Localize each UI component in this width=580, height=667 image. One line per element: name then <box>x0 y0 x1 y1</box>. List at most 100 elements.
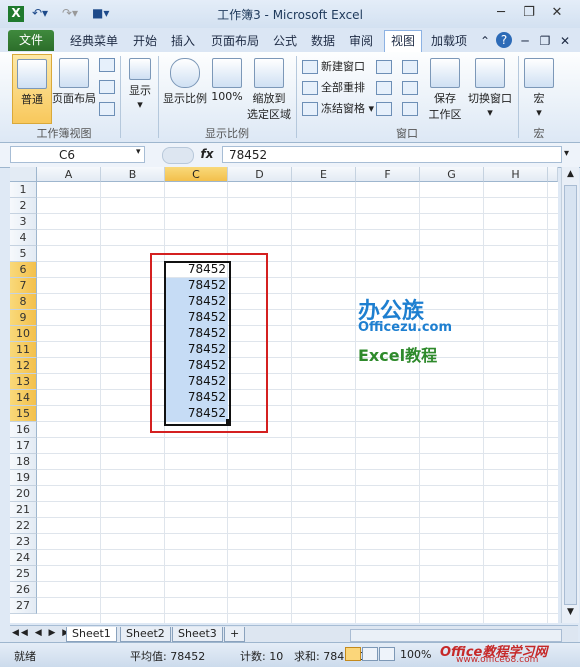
tab-insert[interactable]: 插入 <box>166 31 200 51</box>
sheet-tab-2[interactable]: Sheet2 <box>120 627 171 642</box>
sheet-tab-3[interactable]: Sheet3 <box>172 627 223 642</box>
page-break-status-icon[interactable] <box>379 647 395 661</box>
sync-scroll-icon[interactable] <box>402 81 418 95</box>
tab-file[interactable]: 文件 <box>8 30 54 51</box>
page-layout-view-button[interactable]: 页面布局 <box>52 54 96 122</box>
column-header-h[interactable]: H <box>484 167 548 182</box>
gridline <box>37 277 558 278</box>
row-header[interactable]: 27 <box>10 598 37 614</box>
tab-view[interactable]: 视图 <box>384 30 422 52</box>
row-header[interactable]: 18 <box>10 454 37 470</box>
reset-position-icon[interactable] <box>402 102 418 116</box>
full-screen-icon[interactable] <box>99 102 115 116</box>
insert-function-button[interactable]: fx <box>196 146 218 163</box>
minimize-ribbon-icon[interactable]: ─ <box>518 31 532 51</box>
scroll-thumb[interactable] <box>564 185 577 605</box>
row-header[interactable]: 21 <box>10 502 37 518</box>
split-icon[interactable] <box>376 60 392 74</box>
gridline <box>37 197 558 198</box>
scroll-down-icon[interactable]: ▼ <box>564 607 577 620</box>
column-header-f[interactable]: F <box>356 167 420 182</box>
tab-addins[interactable]: 加载项 <box>426 31 472 51</box>
name-box[interactable]: C6 <box>10 146 145 163</box>
normal-view-button[interactable]: 普通 <box>12 54 52 124</box>
row-header[interactable]: 5 <box>10 246 37 262</box>
row-header[interactable]: 25 <box>10 566 37 582</box>
row-header[interactable]: 10 <box>10 326 37 342</box>
switch-windows-icon <box>475 58 505 88</box>
scroll-up-icon[interactable]: ▲ <box>564 169 577 182</box>
row-header[interactable]: 4 <box>10 230 37 246</box>
page-layout-status-icon[interactable] <box>362 647 378 661</box>
zoom-100-button[interactable]: 100% <box>210 54 244 122</box>
show-button[interactable]: 显示 ▾ <box>124 54 156 122</box>
tab-page-layout[interactable]: 页面布局 <box>206 31 264 51</box>
row-header[interactable]: 11 <box>10 342 37 358</box>
sheet-tab-1[interactable]: Sheet1 <box>66 627 117 642</box>
normal-view-status-icon[interactable] <box>345 647 361 661</box>
column-header-e[interactable]: E <box>292 167 356 182</box>
insert-sheet-icon[interactable]: + <box>224 627 246 642</box>
row-header[interactable]: 8 <box>10 294 37 310</box>
expand-formula-icon[interactable]: ▾ <box>564 148 569 159</box>
minimize-icon[interactable]: ─ <box>490 4 512 22</box>
restore-ribbon-icon[interactable]: ❐ <box>538 31 552 51</box>
zoom-level[interactable]: 100% <box>400 648 431 661</box>
chevron-up-icon[interactable]: ⌃ <box>478 31 492 51</box>
column-header-d[interactable]: D <box>228 167 292 182</box>
unhide-icon[interactable] <box>376 102 392 116</box>
save-workspace-button[interactable]: 保存 工作区 <box>426 54 464 122</box>
close-icon[interactable]: ✕ <box>546 4 568 22</box>
tab-data[interactable]: 数据 <box>306 31 340 51</box>
close-workbook-icon[interactable]: ✕ <box>558 31 572 51</box>
arrange-all-button[interactable]: 全部重排 <box>302 79 365 97</box>
row-header[interactable]: 20 <box>10 486 37 502</box>
row-header[interactable]: 17 <box>10 438 37 454</box>
freeze-panes-button[interactable]: 冻结窗格 ▾ <box>302 100 374 118</box>
view-side-by-side-icon[interactable] <box>402 60 418 74</box>
select-all-button[interactable] <box>10 167 37 182</box>
row-header[interactable]: 13 <box>10 374 37 390</box>
column-header-c[interactable]: C <box>165 167 228 182</box>
tab-classic-menu[interactable]: 经典菜单 <box>62 31 126 51</box>
row-header[interactable]: 16 <box>10 422 37 438</box>
column-header-g[interactable]: G <box>420 167 484 182</box>
page-break-preview-icon[interactable] <box>99 58 115 72</box>
row-header[interactable]: 12 <box>10 358 37 374</box>
hide-icon[interactable] <box>376 81 392 95</box>
chevron-down-icon[interactable]: ▾ <box>136 147 141 157</box>
restore-icon[interactable]: ❐ <box>518 4 540 22</box>
row-header[interactable]: 24 <box>10 550 37 566</box>
macros-button[interactable]: 宏 ▾ <box>524 54 554 122</box>
gridline <box>37 517 558 518</box>
row-header[interactable]: 14 <box>10 390 37 406</box>
tab-review[interactable]: 审阅 <box>344 31 378 51</box>
column-header-b[interactable]: B <box>101 167 165 182</box>
row-header[interactable]: 23 <box>10 534 37 550</box>
row-header[interactable]: 1 <box>10 182 37 198</box>
row-header[interactable]: 15 <box>10 406 37 422</box>
row-header[interactable]: 7 <box>10 278 37 294</box>
row-header[interactable]: 22 <box>10 518 37 534</box>
help-icon[interactable]: ? <box>496 32 512 48</box>
zoom-button[interactable]: 显示比例 <box>162 54 208 122</box>
row-header[interactable]: 9 <box>10 310 37 326</box>
vertical-scrollbar[interactable]: ▲ ▼ <box>561 167 579 623</box>
new-window-button[interactable]: 新建窗口 <box>302 58 365 76</box>
gridline <box>37 485 558 486</box>
row-header[interactable]: 3 <box>10 214 37 230</box>
row-header[interactable]: 26 <box>10 582 37 598</box>
tab-formulas[interactable]: 公式 <box>268 31 302 51</box>
row-header[interactable]: 2 <box>10 198 37 214</box>
row-header[interactable]: 19 <box>10 470 37 486</box>
column-header-a[interactable]: A <box>37 167 101 182</box>
worksheet-grid[interactable]: A B C D E F G H 78452 78452 78452 78452 … <box>10 167 558 623</box>
custom-views-icon[interactable] <box>99 80 115 94</box>
zoom-to-selection-button[interactable]: 缩放到 选定区域 <box>246 54 292 122</box>
gridline <box>37 581 558 582</box>
magnifier-icon <box>170 58 200 88</box>
tab-home[interactable]: 开始 <box>128 31 162 51</box>
formula-input[interactable]: 78452 <box>222 146 562 163</box>
switch-windows-button[interactable]: 切换窗口 ▾ <box>466 54 514 122</box>
row-header[interactable]: 6 <box>10 262 37 278</box>
